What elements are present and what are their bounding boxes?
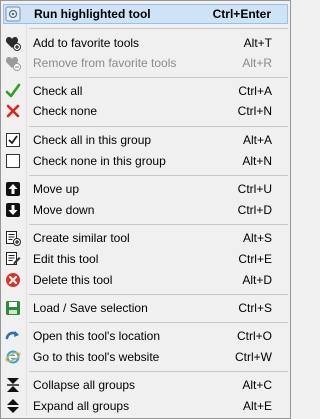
menu-separator	[29, 28, 288, 29]
menu-separator	[29, 224, 288, 225]
menu-item-label: Move up	[33, 182, 80, 196]
cross-icon	[5, 103, 21, 119]
edit-tool-icon	[5, 251, 21, 267]
menu-item-run-highlighted-tool[interactable]: Run highlighted tool Ctrl+Enter	[3, 4, 288, 24]
menu-item-shortcut: Alt+D	[242, 273, 272, 287]
web-icon	[5, 349, 21, 365]
menu-item-label: Remove from favorite tools	[33, 56, 177, 70]
menu-item-label: Expand all groups	[33, 399, 130, 413]
menu-separator	[29, 126, 288, 127]
menu-item-edit-tool[interactable]: Edit this tool Ctrl+E	[3, 249, 288, 269]
menu-item-check-all[interactable]: Check all Ctrl+A	[3, 81, 288, 101]
menu-item-label: Open this tool's location	[33, 329, 161, 343]
menu-item-shortcut: Ctrl+U	[237, 182, 272, 196]
menu-item-label: Delete this tool	[33, 273, 113, 287]
menu-item-label: Check none in this group	[33, 154, 166, 168]
menu-item-label: Run highlighted tool	[34, 7, 151, 21]
menu-separator	[29, 294, 288, 295]
menu-item-label: Check none	[33, 104, 98, 118]
menu-item-shortcut: Ctrl+S	[238, 301, 272, 315]
heart-remove-icon	[5, 55, 21, 71]
save-icon	[5, 300, 21, 316]
menu-separator	[29, 175, 288, 176]
menu-item-label: Go to this tool's website	[33, 350, 160, 364]
menu-item-move-up[interactable]: Move up Ctrl+U	[3, 179, 288, 199]
menu-item-shortcut: Ctrl+A	[238, 84, 272, 98]
menu-item-shortcut: Ctrl+O	[236, 329, 272, 343]
menu-item-shortcut: Ctrl+Enter	[212, 7, 271, 21]
menu-item-load-save-selection[interactable]: Load / Save selection Ctrl+S	[3, 298, 288, 318]
menu-item-shortcut: Ctrl+W	[235, 350, 272, 364]
menu-item-check-none-group[interactable]: Check none in this group Alt+N	[3, 151, 288, 171]
menu-item-shortcut: Alt+R	[242, 56, 272, 70]
checked-box-icon	[5, 132, 21, 148]
collapse-icon	[5, 377, 21, 393]
menu-item-shortcut: Alt+T	[243, 36, 272, 50]
open-location-icon	[5, 328, 21, 344]
empty-box-icon	[5, 153, 21, 169]
arrow-up-icon	[5, 181, 21, 197]
menu-item-label: Check all	[33, 84, 83, 98]
menu-item-delete-tool[interactable]: Delete this tool Alt+D	[3, 270, 288, 290]
menu-item-open-tool-location[interactable]: Open this tool's location Ctrl+O	[3, 326, 288, 346]
menu-item-label: Collapse all groups	[33, 378, 136, 392]
menu-item-shortcut: Ctrl+E	[238, 252, 272, 266]
menu-item-check-all-group[interactable]: Check all in this group Alt+A	[3, 130, 288, 150]
menu-item-expand-all-groups[interactable]: Expand all groups Alt+E	[3, 396, 288, 416]
arrow-down-icon	[5, 202, 21, 218]
delete-icon	[5, 272, 21, 288]
menu-item-shortcut: Ctrl+N	[237, 104, 272, 118]
menu-item-collapse-all-groups[interactable]: Collapse all groups Alt+C	[3, 375, 288, 395]
expand-icon	[5, 398, 21, 414]
menu-item-label: Check all in this group	[33, 133, 152, 147]
checkmark-icon	[5, 83, 21, 99]
menu-item-label: Edit this tool	[33, 252, 99, 266]
context-menu: Run highlighted tool Ctrl+Enter Add to f…	[0, 0, 291, 419]
menu-item-label: Load / Save selection	[33, 301, 148, 315]
menu-item-go-to-website[interactable]: Go to this tool's website Ctrl+W	[3, 347, 288, 367]
menu-item-create-similar-tool[interactable]: Create similar tool Alt+S	[3, 228, 288, 248]
menu-item-shortcut: Alt+A	[242, 133, 272, 147]
menu-separator	[29, 371, 288, 372]
run-icon	[5, 6, 21, 22]
menu-item-shortcut: Alt+N	[242, 154, 272, 168]
menu-separator	[29, 77, 288, 78]
menu-item-shortcut: Alt+C	[242, 378, 272, 392]
heart-add-icon	[5, 35, 21, 51]
menu-item-shortcut: Alt+E	[242, 399, 272, 413]
menu-item-label: Move down	[33, 203, 95, 217]
menu-item-remove-favorite[interactable]: Remove from favorite tools Alt+R	[3, 53, 288, 73]
menu-item-shortcut: Ctrl+D	[237, 203, 272, 217]
create-tool-icon	[5, 230, 21, 246]
menu-item-label: Create similar tool	[33, 231, 130, 245]
menu-item-label: Add to favorite tools	[33, 36, 140, 50]
menu-item-add-favorite[interactable]: Add to favorite tools Alt+T	[3, 33, 288, 53]
menu-item-move-down[interactable]: Move down Ctrl+D	[3, 200, 288, 220]
menu-item-check-none[interactable]: Check none Ctrl+N	[3, 101, 288, 121]
menu-item-shortcut: Alt+S	[242, 231, 272, 245]
menu-separator	[29, 322, 288, 323]
